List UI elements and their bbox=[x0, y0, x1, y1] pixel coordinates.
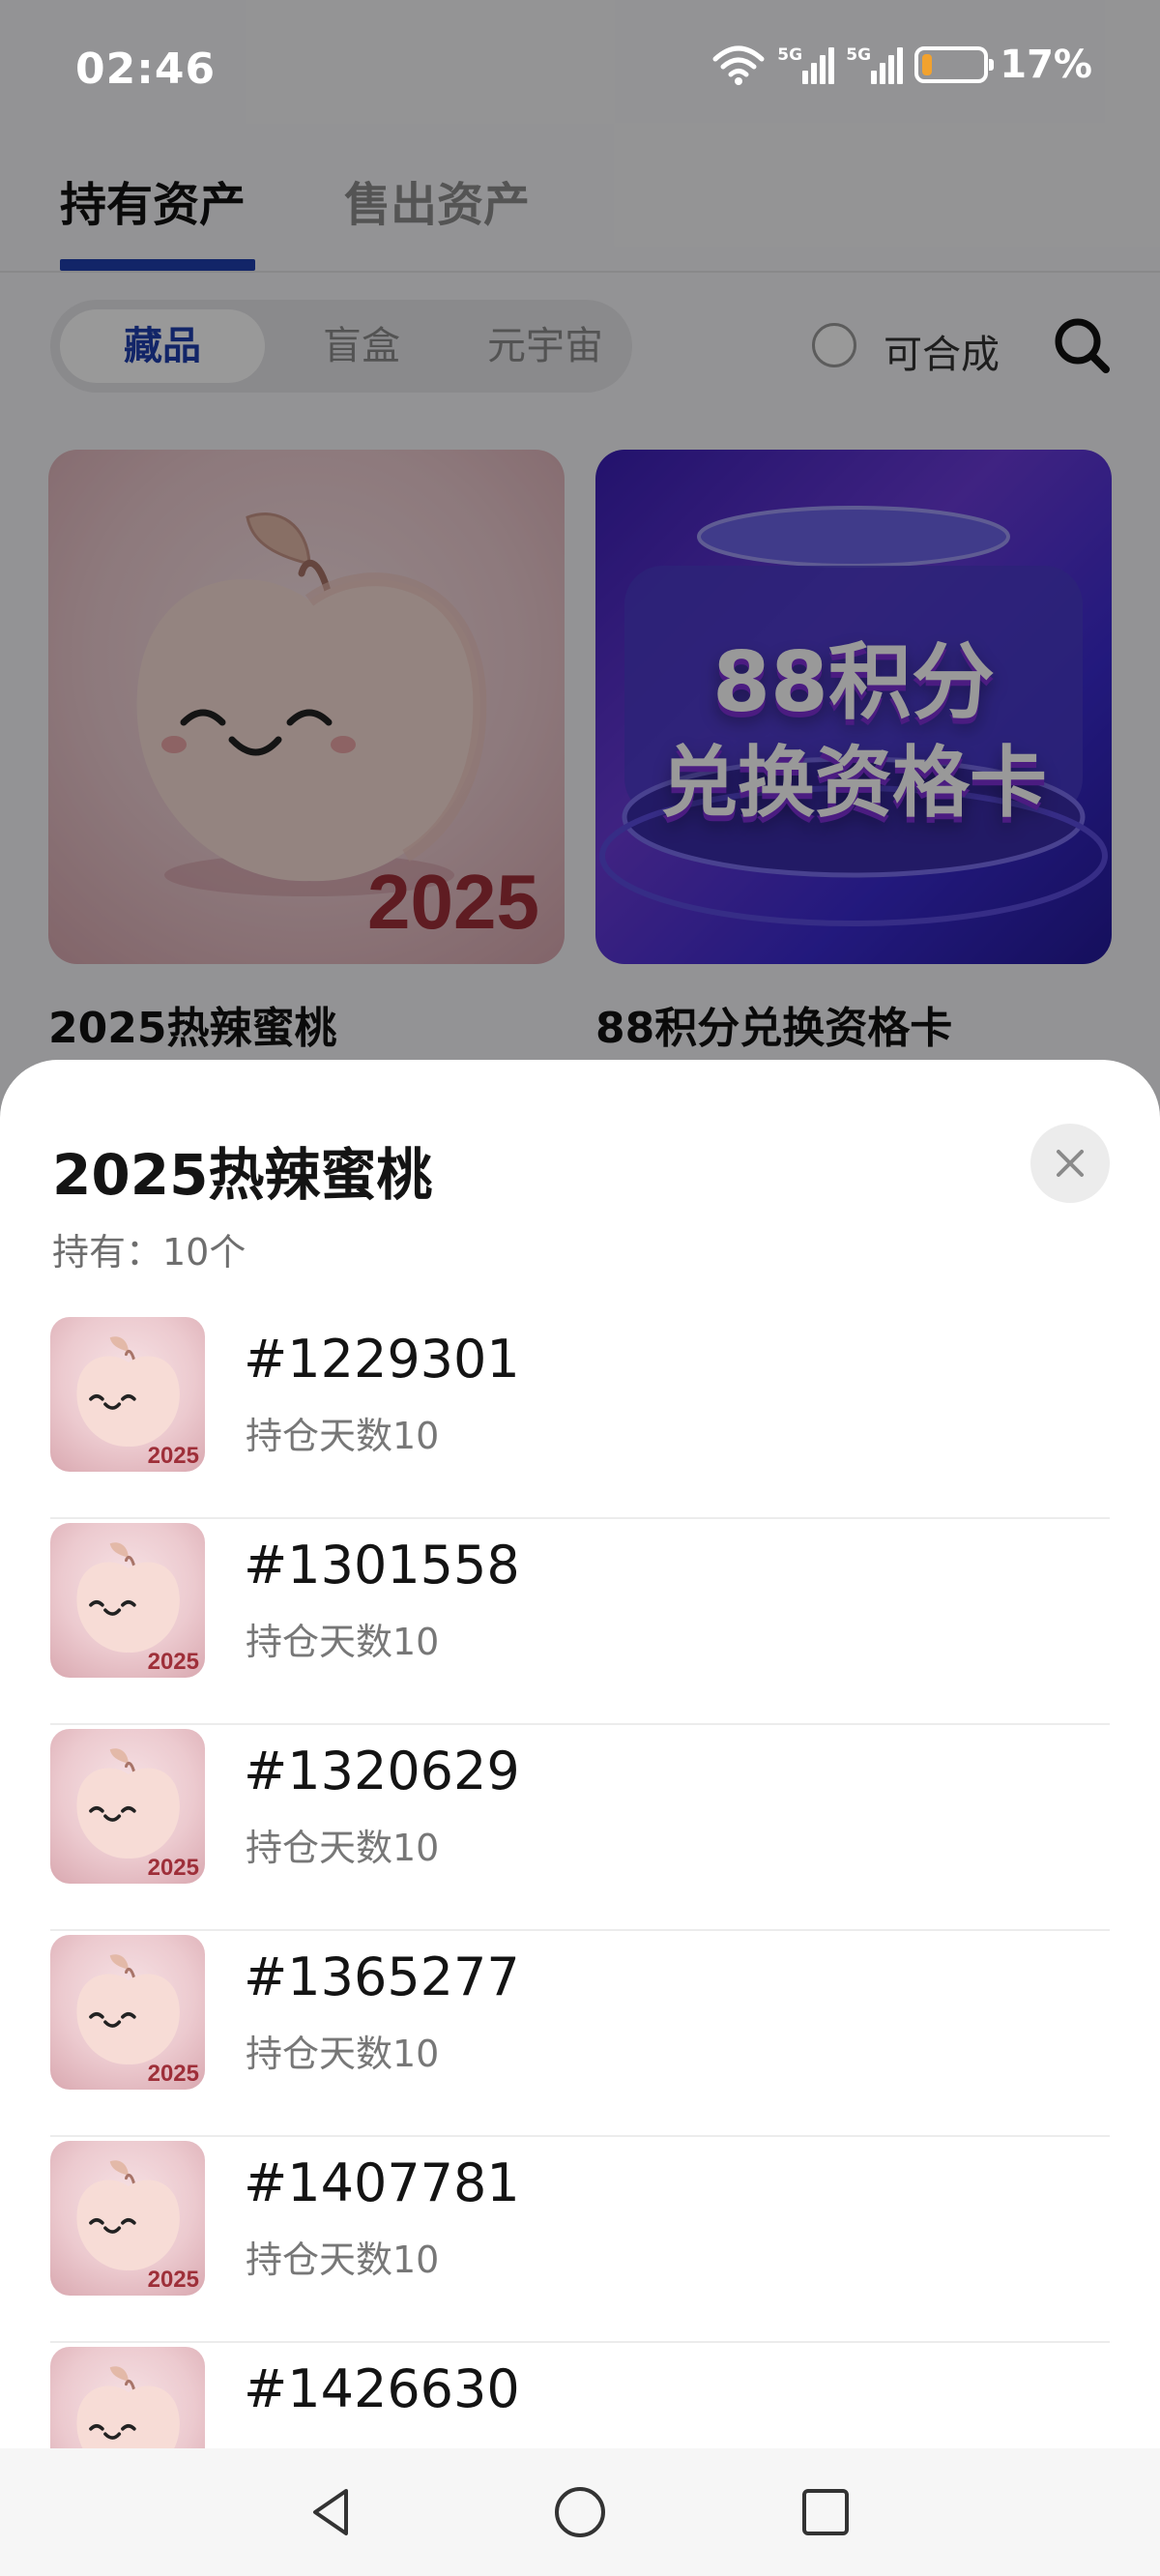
peach-thumbnail: 2025 bbox=[50, 1935, 205, 2090]
peach-thumbnail: 2025 bbox=[50, 2141, 205, 2296]
thumb-year-text: 2025 bbox=[147, 2267, 199, 2293]
thumb-year-text: 2025 bbox=[147, 2061, 199, 2087]
system-nav-bar bbox=[0, 2448, 1160, 2576]
back-icon[interactable] bbox=[302, 2481, 363, 2543]
sheet-title: 2025热辣蜜桃 bbox=[52, 1142, 433, 1208]
list-item[interactable]: 2025 #1365277 持仓天数10 bbox=[0, 1931, 1160, 2137]
battery-percent: 17% bbox=[1000, 43, 1092, 87]
list-item[interactable]: 2025 #1229301 持仓天数10 bbox=[0, 1313, 1160, 1519]
holdings-bottom-sheet: 2025热辣蜜桃 持有：10个 2025 #1229301 持仓天数10 2025 #1… bbox=[0, 1060, 1160, 2576]
list-item[interactable]: 2025 #1407781 持仓天数10 bbox=[0, 2137, 1160, 2343]
home-icon[interactable] bbox=[549, 2481, 611, 2543]
close-button[interactable] bbox=[1030, 1124, 1110, 1203]
battery-icon bbox=[914, 46, 995, 83]
peach-thumbnail: 2025 bbox=[50, 1729, 205, 1884]
holding-days: 持仓天数10 bbox=[246, 1827, 440, 1869]
holding-count: 持有：10个 bbox=[52, 1231, 246, 1273]
cell-signal-2-icon: 5G bbox=[846, 45, 904, 84]
recents-icon[interactable] bbox=[795, 2481, 856, 2543]
cell-signal-1-icon: 5G bbox=[777, 45, 835, 84]
item-id: #1365277 bbox=[244, 1947, 520, 2007]
status-bar: 02:46 5G 5G 17% bbox=[0, 0, 1160, 135]
thumb-year-text: 2025 bbox=[147, 1855, 199, 1881]
peach-thumbnail: 2025 bbox=[50, 1523, 205, 1678]
holding-days: 持仓天数10 bbox=[246, 2239, 440, 2281]
holding-days: 持仓天数10 bbox=[246, 1621, 440, 1663]
peach-thumbnail: 2025 bbox=[50, 1317, 205, 1472]
status-icons: 5G 5G 17% bbox=[711, 43, 1092, 87]
item-id: #1407781 bbox=[244, 2152, 520, 2213]
list-item[interactable]: 2025 #1301558 持仓天数10 bbox=[0, 1519, 1160, 1725]
item-id: #1229301 bbox=[244, 1329, 520, 1390]
item-id: #1320629 bbox=[244, 1741, 520, 1801]
holdings-list: 2025 #1229301 持仓天数10 2025 #1301558 持仓天数10 2025… bbox=[0, 1313, 1160, 2549]
list-item[interactable]: 2025 #1320629 持仓天数10 bbox=[0, 1725, 1160, 1931]
battery-level bbox=[922, 54, 933, 75]
close-icon bbox=[1057, 1150, 1084, 1177]
holding-days: 持仓天数10 bbox=[246, 2033, 440, 2075]
status-time: 02:46 bbox=[75, 44, 217, 94]
item-id: #1301558 bbox=[244, 1535, 520, 1595]
holding-days: 持仓天数10 bbox=[246, 1415, 440, 1457]
wifi-icon bbox=[712, 45, 765, 85]
thumb-year-text: 2025 bbox=[147, 1443, 199, 1469]
thumb-year-text: 2025 bbox=[147, 1649, 199, 1675]
item-id: #1426630 bbox=[244, 2358, 520, 2419]
